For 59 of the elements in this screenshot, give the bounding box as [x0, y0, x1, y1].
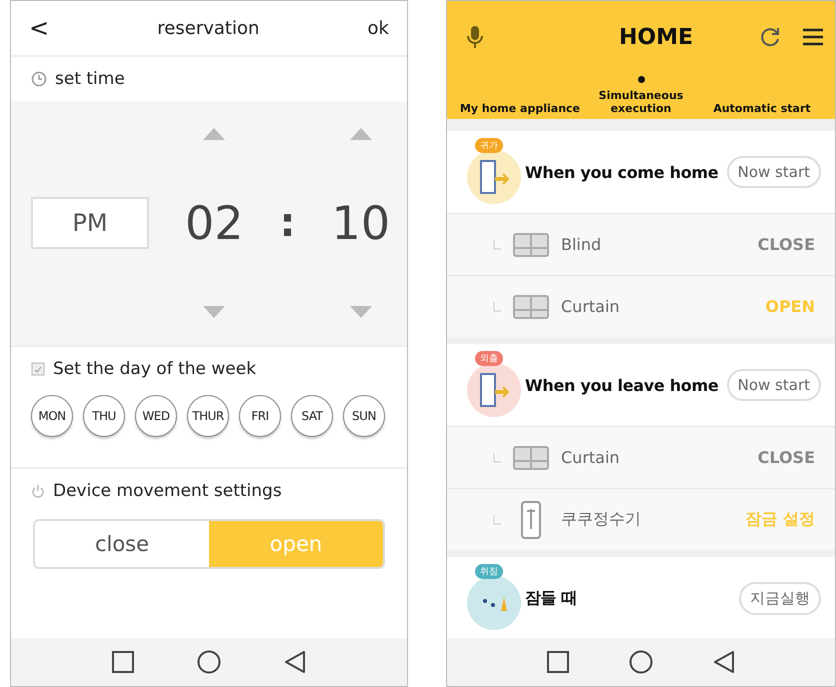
window-icon [513, 446, 549, 470]
day-toggle[interactable]: SUN [343, 395, 385, 437]
ok-button[interactable]: ok [368, 18, 389, 38]
tab[interactable]: My home appliance [455, 102, 585, 115]
door-icon [477, 372, 511, 408]
section-label: Device movement settings [53, 481, 282, 501]
scene-title: When you leave home [525, 376, 720, 394]
device-name: Curtain [561, 297, 621, 316]
tab[interactable]: Automatic start [697, 102, 827, 115]
device-action: OPEN [765, 297, 815, 316]
day-toggle[interactable]: WED [135, 395, 177, 437]
day-toggle[interactable]: THUR [187, 395, 229, 437]
back-button[interactable]: < [29, 14, 50, 42]
window-icon [513, 294, 549, 318]
scene-title: 잠들 때 [525, 588, 578, 608]
back-icon[interactable] [713, 651, 735, 673]
minute-value[interactable]: 10 [332, 196, 390, 250]
time-separator: : [280, 200, 296, 246]
tree-branch-icon [493, 302, 501, 312]
run-button[interactable]: Now start [726, 156, 821, 188]
tree-branch-icon [493, 452, 501, 462]
microphone-icon[interactable] [467, 25, 483, 49]
device-name: Blind [561, 235, 602, 254]
run-button[interactable]: Now start [726, 369, 821, 401]
menu-icon[interactable] [802, 28, 823, 46]
scene-title: When you come home [525, 162, 720, 182]
screen-title: reservation [157, 18, 260, 38]
section-label: set time [55, 69, 125, 89]
scene-tag: 취침 [475, 564, 503, 579]
recents-icon[interactable] [112, 651, 134, 673]
section-label: Set the day of the week [53, 359, 256, 379]
scene-tag: 귀가 [475, 138, 503, 153]
back-icon[interactable] [284, 651, 306, 673]
hour-value[interactable]: 02 [185, 196, 244, 250]
device-action: CLOSE [758, 235, 815, 254]
day-toggle[interactable]: MON [31, 395, 73, 437]
clock-icon [31, 71, 47, 87]
tab[interactable]: Simultaneous execution [591, 76, 691, 115]
day-toggle[interactable]: THU [83, 395, 125, 437]
door-icon [477, 159, 511, 195]
scene-tag: 외출 [475, 351, 503, 366]
refresh-icon[interactable] [758, 26, 781, 48]
tree-branch-icon [493, 240, 501, 250]
calendar-icon [31, 362, 45, 376]
meridiem-field[interactable]: PM [31, 197, 149, 249]
home-icon[interactable] [629, 650, 653, 674]
run-button[interactable]: 지금실행 [739, 582, 821, 614]
tree-branch-icon [493, 514, 501, 524]
home-icon[interactable] [196, 650, 221, 674]
device-action: CLOSE [758, 448, 815, 467]
recents-icon[interactable] [547, 651, 569, 673]
power-icon [31, 484, 45, 498]
day-toggle[interactable]: FRI [239, 395, 281, 437]
app-title: HOME [618, 24, 694, 50]
window-icon [513, 232, 549, 256]
device-action: 잠금 설정 [745, 509, 815, 530]
device-name: 쿠쿠정수기 [561, 509, 642, 530]
device-name: Curtain [561, 448, 621, 467]
day-toggle[interactable]: SAT [291, 395, 333, 437]
